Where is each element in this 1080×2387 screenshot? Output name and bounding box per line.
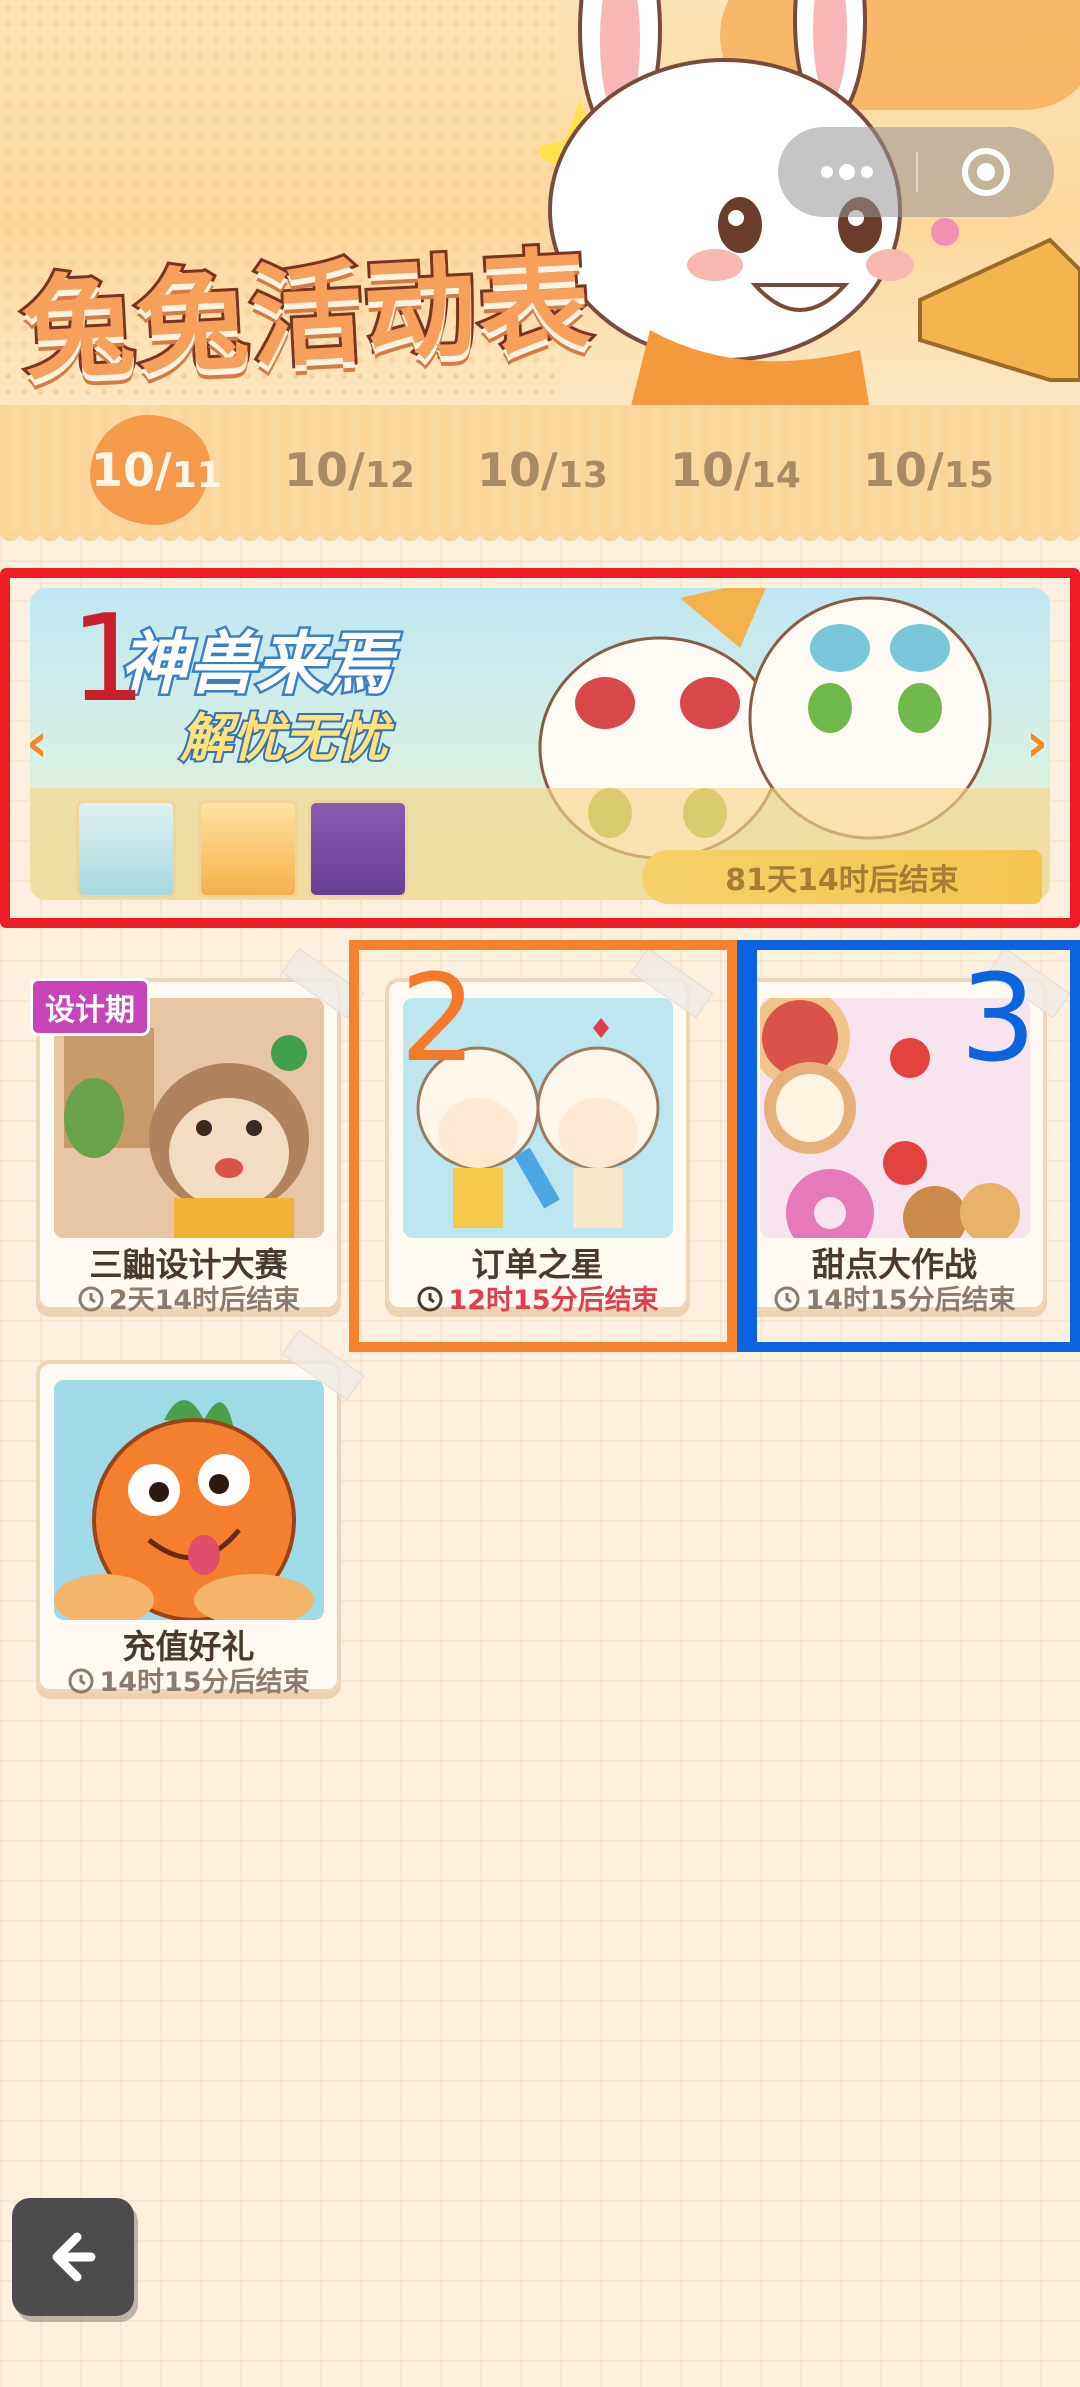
tab-date-2[interactable]: 10/12	[253, 405, 446, 535]
tab-date-month: 10/	[91, 443, 172, 497]
chevron-left-icon[interactable]: ‹	[14, 711, 60, 774]
clock-icon	[774, 1286, 800, 1311]
card-timer-text: 14时15分后结束	[805, 1285, 1016, 1316]
card-art-carrot	[54, 1380, 324, 1620]
reward-item-outfit[interactable]	[308, 800, 408, 898]
annotation-number-3: 3	[960, 950, 1037, 1089]
back-button[interactable]	[12, 2198, 134, 2316]
card-timer: 14时15分后结束	[746, 1278, 1043, 1317]
status-badge: 设计期	[30, 978, 150, 1036]
featured-title: 神兽来焉	[117, 623, 394, 707]
tab-date-month: 10/	[863, 443, 944, 497]
reward-item-card[interactable]	[198, 800, 298, 898]
card-timer: 12时15分后结束	[389, 1278, 686, 1317]
target-circle-icon[interactable]	[918, 127, 1054, 217]
chevron-right-icon[interactable]: ›	[1014, 711, 1060, 774]
tab-date-day: 11	[171, 454, 222, 496]
tab-date-5[interactable]: 10/15	[832, 405, 1025, 535]
card-timer-text: 12时15分后结束	[448, 1285, 659, 1316]
tab-date-month: 10/	[284, 443, 365, 497]
annotation-number-2: 2	[400, 950, 477, 1089]
date-tabs-strip: 10/11 10/12 10/13 10/14 10/15	[0, 405, 1080, 545]
page-title: 兔兔活动表	[17, 233, 599, 399]
date-tabs: 10/11 10/12 10/13 10/14 10/15	[60, 405, 1060, 535]
tab-date-3[interactable]: 10/13	[446, 405, 639, 535]
clock-icon	[78, 1286, 104, 1311]
tab-date-month: 10/	[477, 443, 558, 497]
tab-date-1[interactable]: 10/11	[60, 405, 253, 535]
tab-date-day: 15	[943, 454, 994, 496]
card-timer-text: 14时15分后结束	[99, 1667, 310, 1698]
clock-icon	[417, 1286, 443, 1311]
header-banner: 兔兔活动表	[0, 0, 1080, 410]
tab-date-4[interactable]: 10/14	[639, 405, 832, 535]
tab-date-day: 14	[750, 454, 801, 496]
reward-item-creature[interactable]	[76, 800, 176, 898]
back-arrow-icon	[52, 2232, 96, 2282]
featured-timer: 81天14时后结束	[642, 850, 1042, 904]
card-timer: 2天14时后结束	[40, 1278, 337, 1317]
more-dots-icon[interactable]	[778, 127, 916, 217]
activity-card-topup[interactable]: 充值好礼 14时15分后结束	[36, 1329, 365, 1698]
tab-date-month: 10/	[670, 443, 751, 497]
mini-program-capsule	[778, 127, 1054, 217]
tab-date-day: 13	[557, 454, 608, 496]
activity-card-design[interactable]: 设计期 三鼬设计大赛 2天14时后结束	[30, 947, 365, 1316]
featured-subtitle: 解忧无忧	[178, 707, 390, 771]
tab-date-day: 12	[364, 454, 415, 496]
annotation-number-1: 1	[70, 590, 147, 729]
card-timer-text: 2天14时后结束	[108, 1285, 301, 1316]
card-timer: 14时15分后结束	[40, 1660, 337, 1699]
clock-icon	[68, 1668, 94, 1693]
